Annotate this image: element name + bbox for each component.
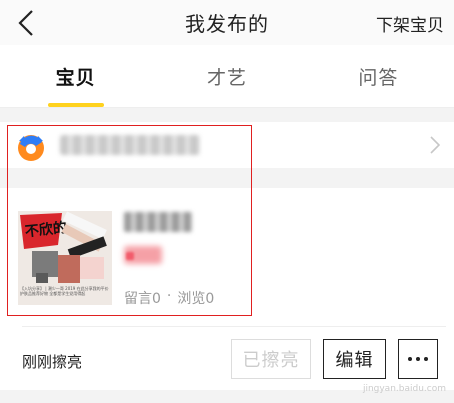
view-count: 浏览0 (177, 291, 215, 307)
item-thumbnail[interactable]: 不欣的 【入坑分享】 | 潮少一哥 2019 在此分享我的平价护肤品推荐好物 全… (18, 211, 112, 305)
item-card: 不欣的 【入坑分享】 | 潮少一哥 2019 在此分享我的平价护肤品推荐好物 全… (0, 122, 454, 390)
back-button[interactable] (12, 8, 40, 38)
edit-button[interactable]: 编辑 (323, 339, 386, 379)
more-button[interactable] (398, 339, 438, 379)
shop-name-blurred (60, 135, 200, 155)
shop-logo-icon (18, 135, 44, 161)
more-dots-icon (408, 357, 428, 361)
tab-qa[interactable]: 问答 (303, 45, 454, 107)
active-tab-underline (47, 103, 104, 107)
top-navbar: 我发布的 下架宝贝 (0, 0, 454, 45)
tab-items[interactable]: 宝贝 (0, 45, 151, 107)
comment-count: 留言0 (124, 291, 161, 307)
item-stats: 留言0 · 浏览0 (124, 288, 214, 308)
tab-talents[interactable]: 才艺 (151, 45, 302, 107)
tab-bar: 宝贝 才艺 问答 (0, 45, 454, 108)
shop-row[interactable] (0, 122, 454, 168)
polish-status: 刚刚擦亮 (22, 353, 83, 371)
watermark: jingyan.baidu.com (362, 384, 446, 394)
stats-separator: · (166, 288, 172, 304)
price-symbol-blurred (126, 252, 134, 260)
section-gap (0, 168, 454, 188)
delist-items-button[interactable]: 下架宝贝 (376, 11, 444, 36)
card-divider (22, 326, 446, 327)
tab-qa-label: 问答 (358, 66, 399, 89)
tab-talents-label: 才艺 (206, 66, 247, 89)
chevron-left-icon (18, 10, 33, 36)
chevron-right-icon (430, 136, 440, 154)
thumbnail-caption: 【入坑分享】 | 潮少一哥 2019 在此分享我的平价护肤品推荐好物 全都是学生… (20, 286, 109, 296)
tab-items-label: 宝贝 (55, 66, 96, 89)
page-title: 我发布的 (185, 12, 269, 36)
polished-button[interactable]: 已擦亮 (231, 339, 311, 379)
item-title-blurred (124, 212, 192, 232)
